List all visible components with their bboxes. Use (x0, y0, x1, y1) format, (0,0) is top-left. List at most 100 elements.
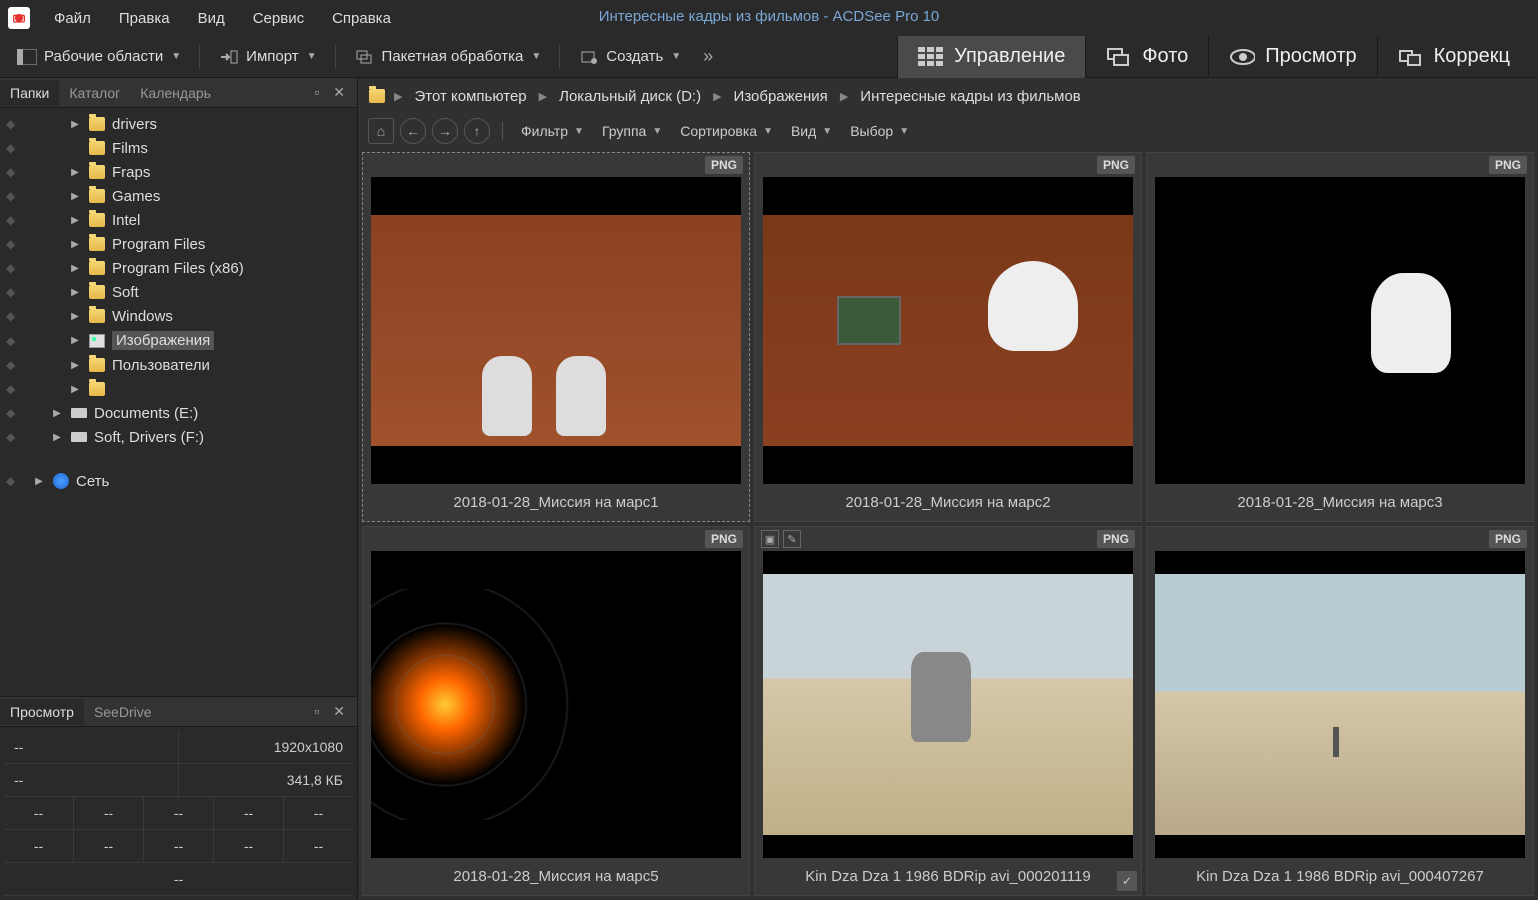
thumbnail[interactable]: PNG2018-01-28_Миссия на марс2 (754, 152, 1142, 522)
chevron-down-icon: ▼ (822, 126, 832, 137)
chevron-down-icon: ▼ (652, 126, 662, 137)
expand-icon[interactable]: ▶ (68, 360, 82, 371)
tag-icon: ◆ (6, 430, 20, 444)
expand-icon[interactable]: ▶ (68, 167, 82, 178)
up-button[interactable]: ↑ (464, 118, 490, 144)
format-badge: PNG (705, 530, 743, 548)
close-icon[interactable]: ✕ (329, 701, 349, 722)
thumbnail-name: 2018-01-28_Миссия на марс3 (1147, 484, 1533, 521)
breadcrumb-item[interactable]: Интересные кадры из фильмов (856, 86, 1084, 107)
tab-calendar[interactable]: Календарь (130, 80, 221, 106)
pin-icon[interactable]: ▫ (310, 701, 323, 722)
tree-item[interactable]: ◆▶drivers (0, 112, 357, 136)
filter-dropdown[interactable]: Фильтр▼ (515, 119, 590, 143)
close-icon[interactable]: ✕ (329, 82, 349, 103)
tree-label: drivers (112, 116, 157, 133)
mode-view[interactable]: Просмотр (1208, 36, 1376, 78)
expand-icon[interactable]: ▶ (68, 335, 82, 346)
tree-item[interactable]: ◆▶Fraps (0, 160, 357, 184)
tag-icon: ◆ (6, 189, 20, 203)
overflow-button[interactable]: » (695, 46, 721, 67)
expand-icon[interactable]: ▶ (68, 311, 82, 322)
thumbnail-image (1155, 177, 1525, 484)
mode-photo[interactable]: Фото (1085, 36, 1208, 78)
main-toolbar: Рабочие области▼ Импорт▼ Пакетная обрабо… (0, 36, 1538, 78)
expand-icon[interactable]: ▶ (68, 263, 82, 274)
tree-label: Soft (112, 284, 139, 301)
thumbnail-name: 2018-01-28_Миссия на марс1 (363, 484, 749, 521)
expand-icon[interactable]: ▶ (68, 119, 82, 130)
tag-icon: ◆ (6, 261, 20, 275)
chevron-right-icon: ▶ (535, 90, 551, 103)
tree-item[interactable]: ◆▶Пользователи (0, 353, 357, 377)
tree-item[interactable]: ◆Films (0, 136, 357, 160)
tree-item[interactable]: ◆▶Intel (0, 208, 357, 232)
create-button[interactable]: Создать▼ (570, 42, 689, 72)
batch-button[interactable]: Пакетная обработка▼ (346, 42, 550, 72)
menu-вид[interactable]: Вид (186, 4, 237, 33)
format-badge: PNG (1097, 530, 1135, 548)
forward-button[interactable]: → (432, 118, 458, 144)
workspaces-icon (16, 46, 38, 68)
thumbnail[interactable]: PNG2018-01-28_Миссия на марс3 (1146, 152, 1534, 522)
tree-item[interactable]: ◆▶Games (0, 184, 357, 208)
tree-item[interactable]: ◆▶Documents (E:) (0, 401, 357, 425)
expand-icon[interactable]: ▶ (68, 384, 82, 395)
tree-item[interactable]: ◆▶ (0, 377, 357, 401)
tree-item[interactable]: ◆ ▶ Soft (0, 280, 357, 304)
menu-справка[interactable]: Справка (320, 4, 403, 33)
tab-catalog[interactable]: Каталог (59, 80, 130, 106)
workspaces-button[interactable]: Рабочие области▼ (8, 42, 189, 72)
mode-edit[interactable]: Коррекц (1377, 36, 1530, 78)
back-button[interactable]: ← (400, 118, 426, 144)
pictures-icon (88, 332, 106, 350)
menu-сервис[interactable]: Сервис (241, 4, 316, 33)
tab-seedrive[interactable]: SeeDrive (84, 699, 162, 725)
expand-icon[interactable]: ▶ (50, 432, 64, 443)
tree-item[interactable]: ◆▶Изображения (0, 328, 357, 353)
tab-folders[interactable]: Папки (0, 80, 59, 106)
menu-файл[interactable]: Файл (42, 4, 103, 33)
edit-overlay-icon[interactable]: ✎ (783, 530, 801, 548)
folder-icon (88, 115, 106, 133)
folder-icon (88, 139, 106, 157)
expand-icon[interactable]: ▶ (68, 191, 82, 202)
tree-item[interactable]: ◆▶Program Files (x86) (0, 256, 357, 280)
expand-icon[interactable]: ▶ (68, 287, 82, 298)
chevron-down-icon: ▼ (574, 126, 584, 137)
tree-item[interactable]: ◆▶Program Files (0, 232, 357, 256)
thumbnail[interactable]: PNG2018-01-28_Миссия на марс5 (362, 526, 750, 896)
tab-preview[interactable]: Просмотр (0, 699, 84, 725)
expand-icon[interactable]: ▶ (32, 476, 46, 487)
menu-правка[interactable]: Правка (107, 4, 182, 33)
overlay-icon[interactable]: ▣ (761, 530, 779, 548)
chevron-right-icon: ▶ (709, 90, 725, 103)
pin-icon[interactable]: ▫ (310, 82, 323, 103)
breadcrumb-item[interactable]: Этот компьютер (410, 86, 530, 107)
home-button[interactable]: ⌂ (368, 118, 394, 144)
tree-item[interactable]: ◆▶Сеть (0, 469, 357, 493)
select-dropdown[interactable]: Выбор▼ (844, 119, 915, 143)
tree-item[interactable]: ◆ ▶ Soft, Drivers (F:) (0, 425, 357, 449)
breadcrumb-item[interactable]: Локальный диск (D:) (555, 86, 705, 107)
mode-manage[interactable]: Управление (897, 36, 1085, 78)
batch-icon (354, 46, 376, 68)
import-button[interactable]: Импорт▼ (210, 42, 324, 72)
thumbnail[interactable]: PNGKin Dza Dza 1 1986 BDRip avi_00040726… (1146, 526, 1534, 896)
expand-icon[interactable]: ▶ (68, 215, 82, 226)
group-dropdown[interactable]: Группа▼ (596, 119, 668, 143)
tree-item[interactable]: ◆▶Windows (0, 304, 357, 328)
view-dropdown[interactable]: Вид▼ (785, 119, 838, 143)
expand-icon[interactable]: ▶ (50, 408, 64, 419)
check-icon[interactable]: ✓ (1117, 871, 1137, 891)
thumbnail[interactable]: PNG2018-01-28_Миссия на марс1 (362, 152, 750, 522)
thumbnail[interactable]: ▣✎ PNG Kin Dza Dza 1 1986 BDRip avi_000201… (754, 526, 1142, 896)
sort-dropdown[interactable]: Сортировка▼ (674, 119, 779, 143)
breadcrumb-item[interactable]: Изображения (730, 86, 832, 107)
folder-icon (88, 187, 106, 205)
tag-icon: ◆ (6, 285, 20, 299)
tag-icon: ◆ (6, 237, 20, 251)
expand-icon[interactable]: ▶ (68, 239, 82, 250)
tree-label: Soft, Drivers (F:) (94, 429, 204, 446)
thumbnail-name: Kin Dza Dza 1 1986 BDRip avi_000201119 (755, 858, 1141, 895)
